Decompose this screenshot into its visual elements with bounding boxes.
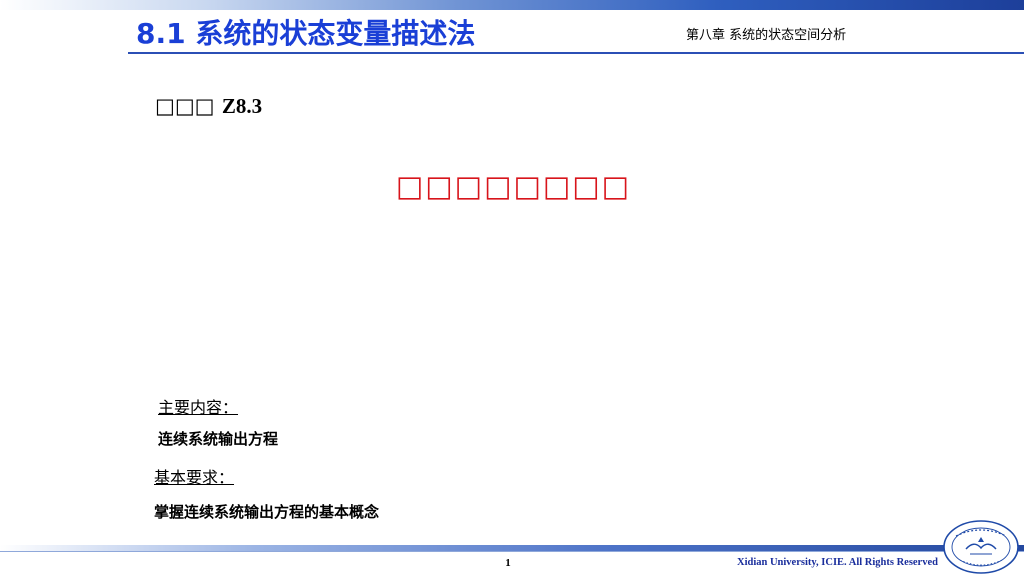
page-number: 1 (505, 557, 511, 569)
main-content-text: 连续系统输出方程 (158, 430, 279, 448)
university-seal-icon (943, 520, 1019, 574)
section-code: □□□ Z8.3 (155, 92, 262, 120)
section-heading: □□□□□□□□ (396, 169, 632, 203)
footer-divider (0, 551, 1024, 552)
requirement-label: 基本要求： (154, 468, 235, 487)
section-code-number: Z8.3 (221, 94, 263, 118)
main-content-label: 主要内容： (158, 398, 239, 417)
top-gradient-bar (0, 0, 1024, 10)
slide-title: 8.1 系统的状态变量描述法 (136, 17, 476, 50)
requirement-text: 掌握连续系统输出方程的基本概念 (154, 503, 380, 521)
chapter-label: 第八章 系统的状态空间分析 (686, 28, 847, 43)
copyright-notice: Xidian University, ICIE. All Rights Rese… (737, 557, 938, 568)
title-divider (128, 52, 1024, 54)
section-code-prefix: □□□ (155, 94, 215, 118)
